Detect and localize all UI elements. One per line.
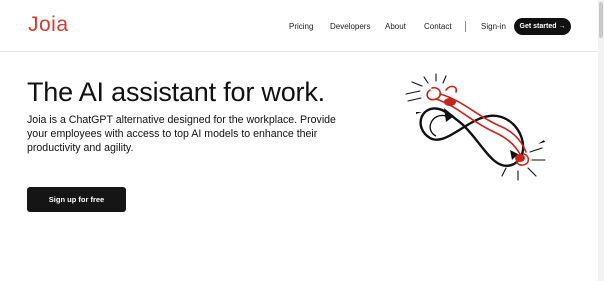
nav-link-contact[interactable]: Contact (424, 22, 452, 31)
nav-divider (465, 21, 466, 32)
page-scrollbar[interactable] (598, 0, 604, 281)
hero-subtitle: Joia is a ChatGPT alternative designed f… (27, 114, 336, 154)
top-navigation: Joia Pricing Developers About Contact Si… (0, 0, 604, 52)
nav-link-signin[interactable]: Sign-in (481, 22, 506, 31)
hero-title: The AI assistant for work. (27, 77, 325, 107)
nav-link-about[interactable]: About (385, 22, 406, 31)
nav-link-developers[interactable]: Developers (330, 22, 370, 31)
nav-link-pricing[interactable]: Pricing (289, 22, 313, 31)
infinity-doodle-illustration (405, 73, 546, 181)
signup-button[interactable]: Sign up for free (27, 187, 126, 212)
get-started-button[interactable]: Get started → (514, 18, 571, 35)
scrollbar-thumb[interactable] (599, 2, 603, 38)
